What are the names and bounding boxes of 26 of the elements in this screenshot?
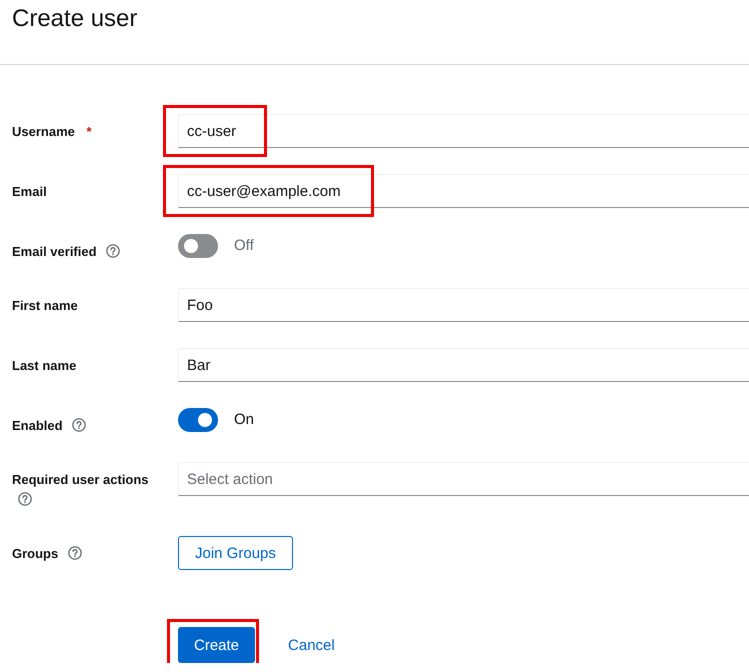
field-label: Enabled [12,418,63,433]
field-label: Last name [12,358,76,373]
text-field[interactable]: cc-user [178,114,749,148]
field-label: First name [12,298,78,313]
text-field[interactable]: cc-user@example.com [178,174,749,208]
help-icon[interactable] [106,244,120,258]
help-icon[interactable] [72,418,86,432]
help-icon[interactable] [68,546,82,560]
help-icon[interactable] [18,492,32,506]
create-button[interactable]: Create [178,627,256,663]
field-label: Email [12,184,47,199]
join-groups-button[interactable]: Join Groups [178,536,293,570]
field-label: Groups [12,546,58,561]
text-field[interactable]: Foo [178,288,749,322]
toggle-state-label: On [234,410,254,428]
field-label: Username [12,124,75,139]
toggle-state-label: Off [234,236,254,254]
field-label: Required user actions [12,472,149,487]
required-mark: * [86,124,92,139]
text-field[interactable]: Bar [178,348,749,382]
field-label: Email verified [12,244,97,259]
cancel-link[interactable]: Cancel [272,627,351,663]
toggle-switch[interactable] [178,408,218,432]
toggle-switch[interactable] [178,234,218,258]
page-title: Create user [12,4,138,33]
action-select[interactable]: Select action [178,462,749,496]
